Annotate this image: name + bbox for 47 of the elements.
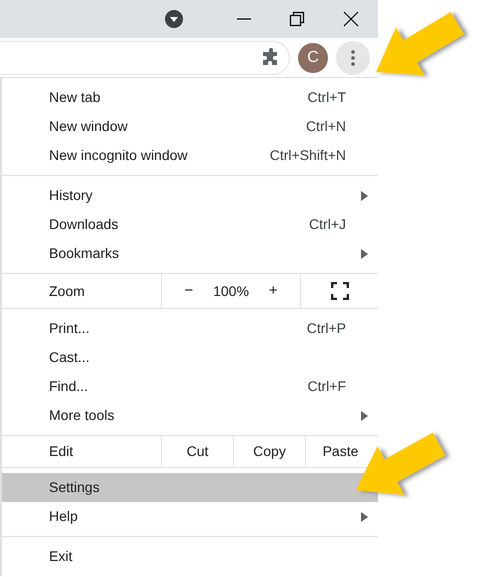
menu-item-label: Settings <box>49 478 100 497</box>
menu-item-label: New incognito window <box>49 146 188 165</box>
shortcut-text: Ctrl+N <box>306 117 346 136</box>
edit-action-button[interactable]: Copy <box>233 436 305 467</box>
menu-item[interactable]: Find... Ctrl+F <box>2 372 378 401</box>
menu-item-label: History <box>49 186 93 205</box>
more-icon <box>351 50 355 66</box>
shortcut-text: Ctrl+J <box>309 215 346 234</box>
menu-item-label: Downloads <box>49 215 118 234</box>
menu-item[interactable]: History <box>2 181 378 210</box>
menu-item-label: New tab <box>49 88 100 107</box>
menu-item[interactable]: Bookmarks <box>2 239 378 268</box>
shortcut-text: Ctrl+Shift+N <box>270 146 346 165</box>
restore-icon <box>289 11 306 27</box>
menu-item-label: Edit <box>49 442 74 461</box>
menu-item-label: Zoom <box>49 282 86 300</box>
zoom-out-button[interactable]: − <box>170 280 208 302</box>
edit-action-button[interactable]: Cut <box>161 436 233 467</box>
zoom-in-button[interactable]: + <box>254 280 292 302</box>
shortcut-text: Ctrl+P <box>306 319 346 338</box>
zoom-level-text: 100% <box>212 282 250 300</box>
shortcut-text: Ctrl+T <box>308 88 346 107</box>
menu-item[interactable]: Downloads Ctrl+J <box>2 210 378 239</box>
menu-item-label: Find... <box>49 377 88 396</box>
menu-item[interactable]: Cast... <box>2 343 378 372</box>
menu-item-label: Help <box>49 507 78 526</box>
menu-item-label: Print... <box>49 319 90 338</box>
menu-item-label: Cast... <box>49 348 90 367</box>
menu-item[interactable]: New tab Ctrl+T <box>2 83 378 112</box>
shortcut-text: Ctrl+F <box>308 377 346 396</box>
menu-item[interactable]: Settings <box>2 473 378 502</box>
menu-item-label: Bookmarks <box>49 244 120 263</box>
menu-item-label: New window <box>49 117 128 136</box>
menu-item[interactable]: More tools <box>2 401 378 430</box>
menu-item[interactable]: Help <box>2 502 378 531</box>
menu-item[interactable]: New window Ctrl+N <box>2 112 378 141</box>
menu-item[interactable]: New incognito window Ctrl+Shift+N <box>2 141 378 170</box>
menu-item-label: More tools <box>49 406 114 425</box>
menu-item[interactable]: Exit <box>2 542 378 571</box>
fullscreen-icon <box>330 282 348 300</box>
dropdown-icon <box>164 10 183 28</box>
menu-button[interactable] <box>336 40 370 74</box>
menu-item-label: Exit <box>49 547 72 566</box>
minimize-icon <box>236 18 251 20</box>
profile-avatar[interactable]: C <box>298 42 328 72</box>
close-icon <box>343 11 360 27</box>
menu-item[interactable]: Print... Ctrl+P <box>2 314 378 343</box>
